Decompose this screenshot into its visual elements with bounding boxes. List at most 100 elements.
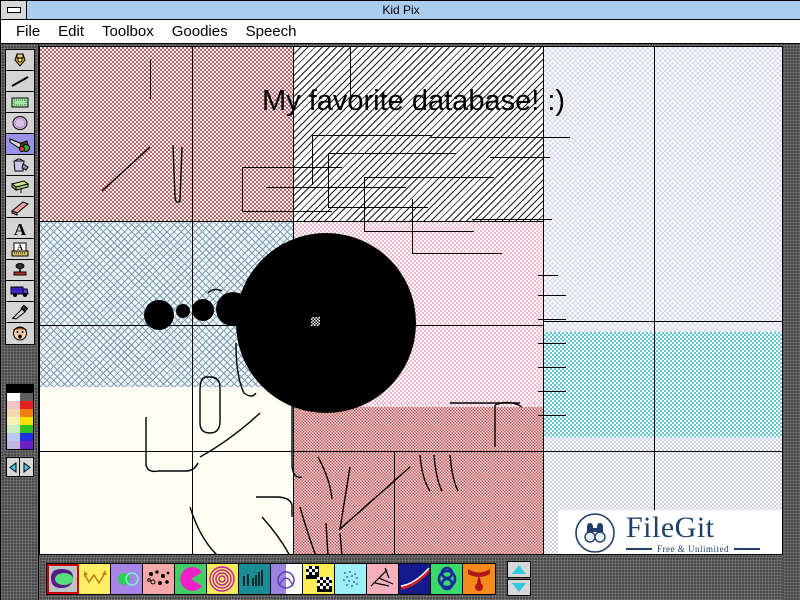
paint-blob-med bbox=[216, 292, 250, 326]
line-icon bbox=[11, 75, 29, 87]
palette-row bbox=[7, 425, 33, 433]
drawing-canvas[interactable]: My favorite database! :) FileGit Free & … bbox=[39, 46, 783, 555]
stamp-swatch-6[interactable] bbox=[207, 564, 239, 594]
palette-row bbox=[7, 401, 33, 409]
triangle-down-icon bbox=[512, 583, 526, 592]
bars-icon bbox=[243, 570, 263, 586]
rectangle-icon bbox=[11, 97, 29, 107]
color-swatch-pink[interactable] bbox=[7, 401, 20, 409]
brush-icon bbox=[9, 137, 30, 152]
stamp-swatch-4[interactable] bbox=[143, 564, 175, 594]
menu-item-file[interactable]: File bbox=[7, 21, 49, 43]
color-swatch-black-right[interactable] bbox=[20, 385, 33, 393]
color-swatch-peach[interactable] bbox=[7, 409, 20, 417]
color-swatch-light-green[interactable] bbox=[7, 425, 20, 433]
menu-item-edit[interactable]: Edit bbox=[49, 21, 93, 43]
moving-van-tool[interactable] bbox=[6, 281, 34, 302]
dot-pair-icon bbox=[118, 572, 139, 586]
close-box-glyph bbox=[6, 7, 21, 13]
canvas-surface[interactable]: My favorite database! :) FileGit Free & … bbox=[40, 47, 782, 554]
eyedropper-tool[interactable] bbox=[6, 302, 34, 323]
stamp-swatch-2[interactable] bbox=[79, 564, 111, 594]
palette-row bbox=[7, 409, 33, 417]
menu-item-speech[interactable]: Speech bbox=[237, 21, 306, 43]
eraser-icon bbox=[11, 200, 29, 216]
stamp-swatch-10[interactable] bbox=[335, 564, 367, 594]
stamp-swatch-5[interactable] bbox=[175, 564, 207, 594]
color-swatch-green[interactable] bbox=[20, 425, 33, 433]
eraser-tool[interactable] bbox=[6, 197, 34, 218]
scroll-stamps-up-button[interactable] bbox=[507, 561, 531, 578]
palette-row bbox=[7, 393, 33, 401]
watermark-tagline-row: Free & Unlimited bbox=[626, 544, 760, 554]
rectangle-tool[interactable] bbox=[6, 92, 34, 113]
wacky-brush-tool[interactable] bbox=[6, 134, 34, 155]
paint-blob-dot bbox=[144, 300, 174, 330]
color-swatch-yellow[interactable] bbox=[20, 417, 33, 425]
swoosh-icon bbox=[400, 567, 430, 590]
stamp-swatch-11[interactable] bbox=[367, 564, 399, 594]
letter-a-icon: A bbox=[14, 220, 27, 237]
triangle-up-icon bbox=[512, 565, 526, 574]
brush-cursor bbox=[311, 317, 320, 326]
color-palette[interactable] bbox=[6, 384, 34, 450]
menu-item-toolbox[interactable]: Toolbox bbox=[93, 21, 163, 43]
stamp-swatch-list bbox=[46, 563, 496, 595]
binoculars-icon bbox=[575, 513, 615, 553]
color-swatch-light-yellow[interactable] bbox=[7, 417, 20, 425]
stamp-swatch-9[interactable] bbox=[303, 564, 335, 594]
pencil-tool[interactable] bbox=[6, 50, 34, 71]
color-swatch-light-purple[interactable] bbox=[7, 441, 20, 449]
truck-icon bbox=[10, 286, 29, 297]
palette-scroll-buttons bbox=[6, 457, 34, 477]
color-swatch-gray[interactable] bbox=[20, 393, 33, 401]
window-title: Kid Pix bbox=[382, 3, 420, 17]
window-close-box[interactable] bbox=[1, 1, 27, 19]
color-swatch-orange[interactable] bbox=[20, 409, 33, 417]
palette-row bbox=[7, 433, 33, 441]
palette-row bbox=[7, 385, 33, 393]
droplet-icon bbox=[468, 569, 490, 591]
chevron-left-icon bbox=[8, 461, 16, 473]
stamp-swatch-14[interactable] bbox=[463, 564, 495, 594]
color-swatch-light-blue[interactable] bbox=[7, 433, 20, 441]
color-swatch-purple[interactable] bbox=[20, 441, 33, 449]
typewriter-tool[interactable]: A bbox=[6, 239, 34, 260]
kid-pix-window: Kid Pix File Edit Toolbox Goodies Speech bbox=[0, 0, 800, 600]
stamp-swatch-12[interactable] bbox=[399, 564, 431, 594]
stamp-swatch-8[interactable] bbox=[271, 564, 303, 594]
confetti-icon bbox=[147, 570, 170, 585]
toolbox-palette: A A bbox=[5, 49, 35, 345]
text-tool[interactable]: A bbox=[6, 218, 34, 239]
palette-next-button[interactable] bbox=[20, 458, 33, 476]
tool-column: A A bbox=[1, 44, 39, 600]
palette-prev-button[interactable] bbox=[7, 458, 20, 476]
stamp-swatch-7[interactable] bbox=[239, 564, 271, 594]
paint-can-tool[interactable] bbox=[6, 155, 34, 176]
checkerboard-icon bbox=[306, 566, 332, 592]
canvas-art-text: My favorite database! :) bbox=[262, 85, 566, 117]
stamp-scroll-buttons bbox=[507, 561, 531, 596]
stamp-swatch-1[interactable] bbox=[47, 564, 79, 594]
paint-can-icon bbox=[13, 158, 29, 171]
color-swatch-black-left[interactable] bbox=[7, 385, 20, 393]
color-swatch-red[interactable] bbox=[20, 401, 33, 409]
color-swatch-white[interactable] bbox=[7, 393, 20, 401]
menu-item-goodies[interactable]: Goodies bbox=[163, 21, 237, 43]
eraser-block-tool[interactable] bbox=[6, 176, 34, 197]
oval-tool[interactable] bbox=[6, 113, 34, 134]
scroll-stamps-down-button[interactable] bbox=[507, 579, 531, 596]
svg-text:A: A bbox=[14, 220, 27, 237]
stamp-swatch-3[interactable] bbox=[111, 564, 143, 594]
speckle-icon bbox=[343, 571, 358, 587]
typewriter-icon: A bbox=[11, 242, 29, 256]
paint-blob-small bbox=[192, 299, 214, 321]
rubber-stamp-tool[interactable] bbox=[6, 260, 34, 281]
undo-guy-tool[interactable] bbox=[6, 323, 34, 344]
eraser-block-icon bbox=[10, 179, 30, 193]
line-tool[interactable] bbox=[6, 71, 34, 92]
stamp-swatch-13[interactable] bbox=[431, 564, 463, 594]
oval-icon bbox=[12, 115, 28, 130]
stamp-blob-icon bbox=[51, 569, 73, 588]
color-swatch-blue[interactable] bbox=[20, 433, 33, 441]
